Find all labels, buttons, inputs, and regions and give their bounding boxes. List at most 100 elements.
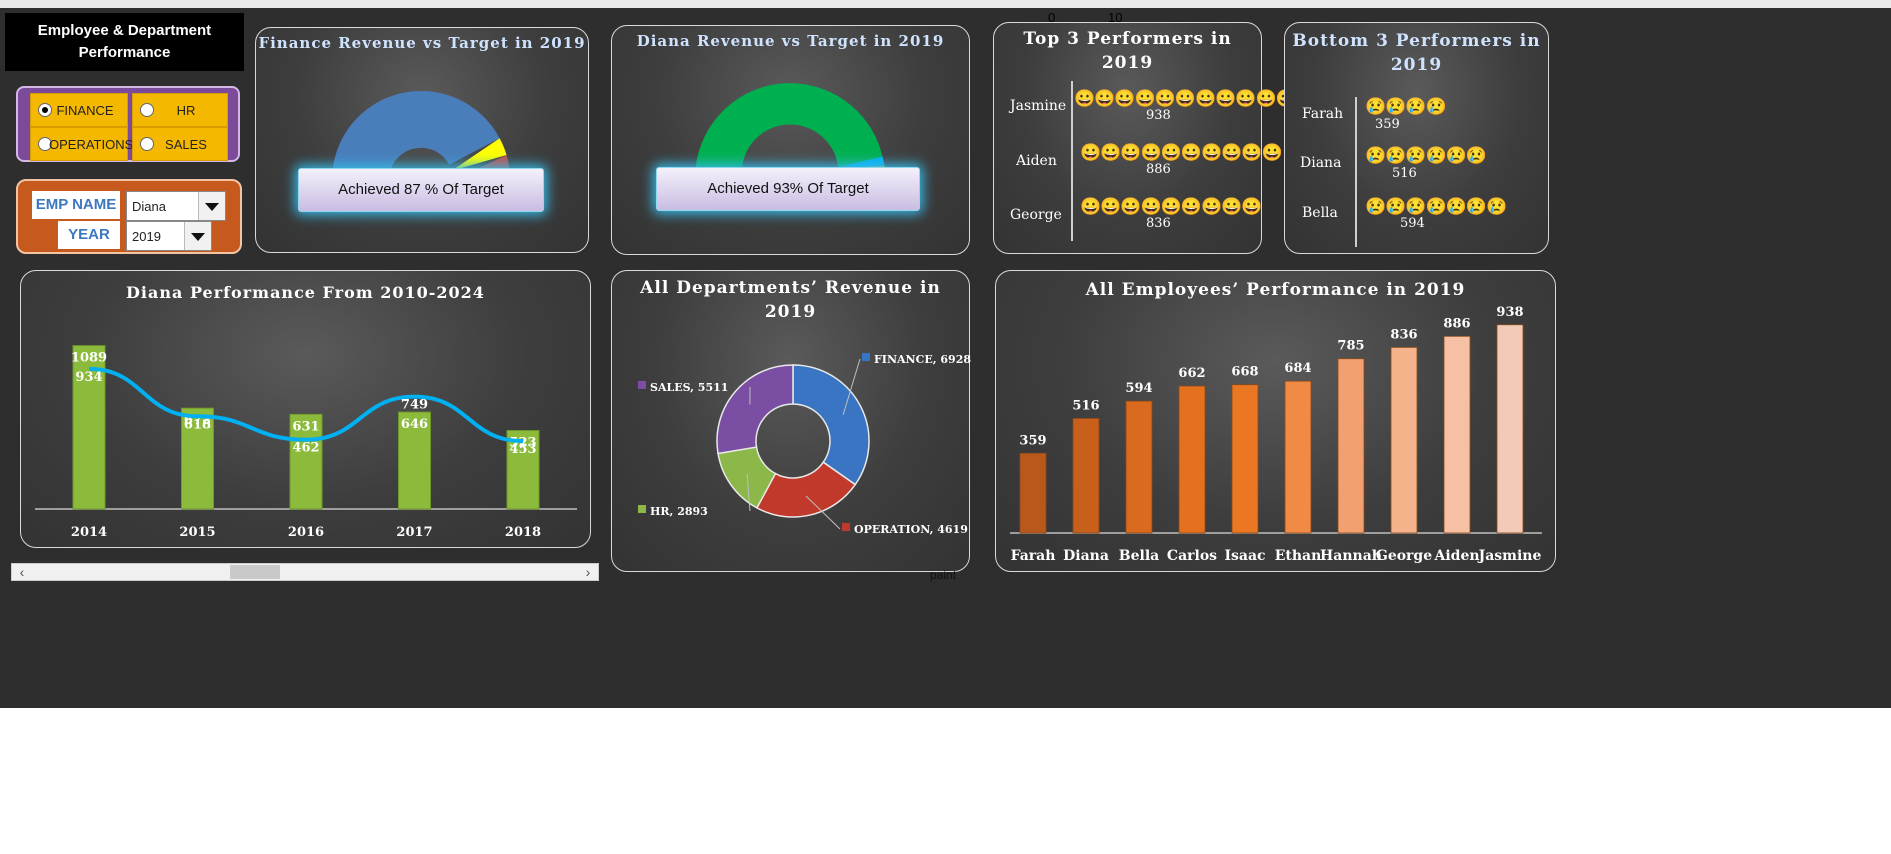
x-tick-label: Farah (1011, 548, 1056, 564)
bar-data-label: 594 (1125, 381, 1152, 396)
top-emoji-row-1: 😀😀😀😀😀😀😀😀😀😀😀 (1074, 89, 1297, 108)
bar (1337, 358, 1365, 534)
filter-panel: EMP NAME Diana YEAR 2019 (16, 179, 242, 254)
emp-name-dropdown[interactable]: Diana (126, 191, 226, 221)
year-value: 2019 (132, 229, 161, 244)
bottom-emoji-row-3: 😢😢😢😢😢😢😢 (1365, 197, 1507, 216)
line-data-label: 618 (184, 417, 211, 432)
dashboard-title: Employee & Department Performance (5, 13, 244, 71)
bar-data-label: 668 (1231, 365, 1258, 380)
divider (1071, 81, 1073, 241)
option-hr[interactable]: HR (132, 93, 228, 127)
employee-trend-chart: 1089201467220156312016646201752320189346… (35, 345, 577, 540)
year-dropdown[interactable]: 2019 (126, 221, 212, 251)
bottom-name-1: Farah (1302, 106, 1344, 122)
dashboard-title-line2: Performance (78, 44, 171, 61)
year-label: YEAR (58, 221, 120, 249)
option-hr-label: HR (176, 102, 196, 118)
option-sales-label: SALES (165, 136, 207, 152)
emp-name-label: EMP NAME (32, 191, 120, 219)
all-employees-panel: All Employees’ Performance in 2019 359 Fa… (995, 270, 1556, 572)
employee-gauge-title: Diana Revenue vs Target in 2019 (636, 32, 945, 50)
donut-slice (792, 364, 870, 486)
option-finance[interactable]: FINANCE (30, 93, 128, 127)
bar (1284, 380, 1312, 534)
bar (1178, 385, 1206, 534)
x-tick-label: Isaac (1224, 548, 1265, 564)
x-tick-label: George (1376, 548, 1432, 564)
bottom-name-3: Bella (1302, 205, 1338, 221)
bar (1496, 324, 1524, 534)
dashboard-title-line1: Employee & Department (37, 22, 212, 39)
donut-slice (716, 364, 794, 455)
x-tick-label: 2014 (71, 525, 107, 540)
dashboard: 0 10 Employee & Department Performance F… (0, 8, 1891, 708)
x-tick-label: Jasmine (1477, 548, 1542, 564)
top-value-2: 886 (1146, 162, 1171, 177)
employee-trend-panel: Diana Performance From 2010-2024 1089 201… (20, 270, 591, 548)
horizontal-scrollbar[interactable]: ‹ › (11, 563, 599, 581)
bottom-value-3: 594 (1400, 216, 1425, 231)
legend-swatch (638, 505, 646, 513)
x-tick-label: 2015 (179, 525, 215, 540)
employee-achieved-button[interactable]: Achieved 93% Of Target (656, 167, 920, 211)
bottom-value-2: 516 (1392, 166, 1417, 181)
scroll-right-icon[interactable]: › (580, 564, 596, 580)
x-tick-label: Carlos (1167, 548, 1217, 564)
x-tick-label: Diana (1063, 548, 1109, 564)
chevron-down-icon[interactable] (184, 222, 211, 250)
legend-swatch (638, 381, 646, 389)
line-data-label: 462 (292, 441, 319, 456)
bar (1019, 452, 1047, 534)
scroll-left-icon[interactable]: ‹ (14, 564, 30, 580)
emp-name-value: Diana (132, 199, 166, 214)
top-name-2: Aiden (1016, 153, 1057, 169)
employee-gauge-panel: Diana Revenue vs Target in 2019 Achieved… (611, 25, 970, 255)
bar-data-label: 516 (1072, 398, 1099, 413)
bottom-performers-panel: Bottom 3 Performers in 2019 Farah 😢😢😢😢 3… (1284, 22, 1549, 254)
slice-data-label: SALES, 5511 (650, 381, 728, 394)
finance-achieved-button[interactable]: Achieved 87 % Of Target (298, 168, 544, 212)
option-sales[interactable]: SALES (132, 127, 228, 161)
gauge-main-arc (332, 90, 500, 180)
top-strip (0, 0, 1891, 8)
slice-data-label: OPERATION, 4619 (854, 523, 968, 536)
slice-data-label: FINANCE, 6928 (874, 353, 971, 366)
line-data-label: 453 (509, 442, 536, 457)
x-tick-label: Ethan (1275, 548, 1322, 564)
bar-data-label: 359 (1019, 433, 1046, 448)
top-name-1: Jasmine (1010, 98, 1067, 114)
department-option-group: FINANCE HR OPERATIONS SALES (16, 86, 240, 162)
option-operations-label: OPERATIONS (49, 136, 134, 152)
all-employees-chart: 359 Farah 516 Diana 594 Bella 662 Carlos 668 Isaa… (1010, 305, 1542, 564)
bottom-performers-title-line2: 2019 (1390, 55, 1443, 75)
line-data-label: 934 (75, 370, 102, 385)
x-tick-label: 2018 (505, 525, 541, 540)
bar-data-label: 684 (1284, 361, 1311, 376)
line-data-label: 749 (401, 398, 428, 413)
option-operations[interactable]: OPERATIONS (30, 127, 134, 161)
bar (1231, 384, 1259, 534)
bottom-name-2: Diana (1300, 155, 1342, 171)
legend-swatch (842, 523, 850, 531)
top-value-1: 938 (1146, 108, 1171, 123)
bar-data-label: 785 (1337, 339, 1364, 354)
bar (1390, 347, 1418, 534)
finance-gauge-title: Finance Revenue vs Target in 2019 (258, 34, 586, 52)
bar-data-label: 886 (1443, 316, 1470, 331)
top-emoji-row-3: 😀😀😀😀😀😀😀😀😀 (1080, 197, 1263, 216)
x-tick-label: Aiden (1433, 548, 1479, 564)
x-tick-label: Hannah (1320, 548, 1382, 564)
chevron-down-icon[interactable] (198, 192, 225, 220)
bottom-performers-title-line1: Bottom 3 Performers in (1292, 31, 1541, 51)
bar-data-label: 836 (1390, 327, 1417, 342)
scrollbar-thumb[interactable] (230, 565, 280, 579)
bar-data-label: 646 (401, 417, 428, 432)
bar-data-label: 662 (1178, 366, 1205, 381)
option-finance-label: FINANCE (56, 102, 114, 118)
department-revenue-panel: All Departments’ Revenue in 2019 FINANCE… (611, 270, 971, 572)
bar-data-label: 631 (292, 419, 319, 434)
top-performers-panel: Top 3 Performers in 2019 Jasmine 😀😀😀😀😀😀😀… (993, 22, 1297, 254)
slice-data-label: HR, 2893 (650, 505, 708, 518)
top-performers-title-line2: 2019 (1101, 53, 1154, 73)
